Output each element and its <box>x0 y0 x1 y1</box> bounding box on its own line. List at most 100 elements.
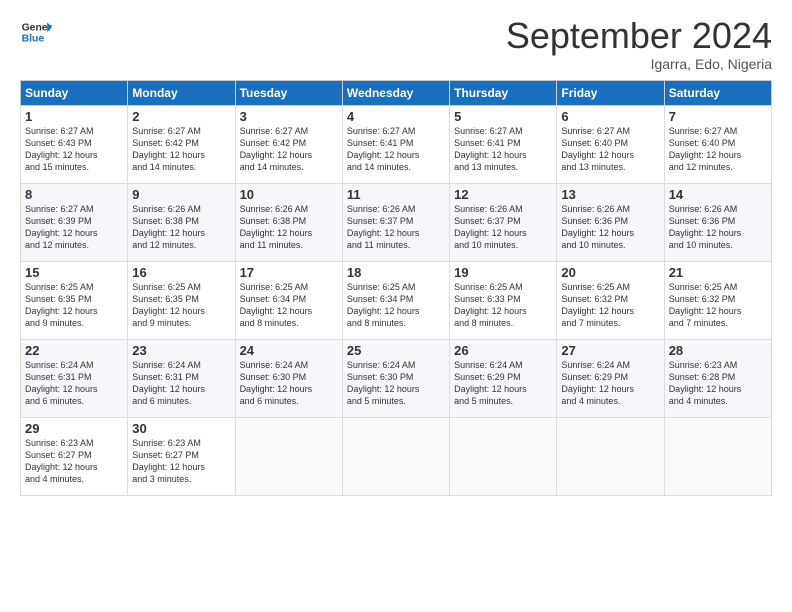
cell-info: Sunrise: 6:26 AM Sunset: 6:37 PM Dayligh… <box>347 203 445 252</box>
calendar-cell <box>235 417 342 495</box>
week-row-4: 22Sunrise: 6:24 AM Sunset: 6:31 PM Dayli… <box>21 339 772 417</box>
calendar-cell: 15Sunrise: 6:25 AM Sunset: 6:35 PM Dayli… <box>21 261 128 339</box>
col-header-friday: Friday <box>557 80 664 105</box>
day-number: 25 <box>347 343 445 358</box>
calendar-cell: 8Sunrise: 6:27 AM Sunset: 6:39 PM Daylig… <box>21 183 128 261</box>
day-number: 23 <box>132 343 230 358</box>
col-header-thursday: Thursday <box>450 80 557 105</box>
day-number: 19 <box>454 265 552 280</box>
cell-info: Sunrise: 6:25 AM Sunset: 6:32 PM Dayligh… <box>669 281 767 330</box>
day-number: 26 <box>454 343 552 358</box>
calendar-cell: 26Sunrise: 6:24 AM Sunset: 6:29 PM Dayli… <box>450 339 557 417</box>
calendar-cell: 2Sunrise: 6:27 AM Sunset: 6:42 PM Daylig… <box>128 105 235 183</box>
day-number: 28 <box>669 343 767 358</box>
location-subtitle: Igarra, Edo, Nigeria <box>506 56 772 72</box>
day-number: 15 <box>25 265 123 280</box>
week-row-5: 29Sunrise: 6:23 AM Sunset: 6:27 PM Dayli… <box>21 417 772 495</box>
calendar-cell: 24Sunrise: 6:24 AM Sunset: 6:30 PM Dayli… <box>235 339 342 417</box>
day-number: 27 <box>561 343 659 358</box>
calendar-cell: 13Sunrise: 6:26 AM Sunset: 6:36 PM Dayli… <box>557 183 664 261</box>
cell-info: Sunrise: 6:24 AM Sunset: 6:30 PM Dayligh… <box>240 359 338 408</box>
calendar-cell: 16Sunrise: 6:25 AM Sunset: 6:35 PM Dayli… <box>128 261 235 339</box>
calendar-cell: 10Sunrise: 6:26 AM Sunset: 6:38 PM Dayli… <box>235 183 342 261</box>
day-number: 10 <box>240 187 338 202</box>
calendar-cell: 22Sunrise: 6:24 AM Sunset: 6:31 PM Dayli… <box>21 339 128 417</box>
day-number: 24 <box>240 343 338 358</box>
calendar-cell: 9Sunrise: 6:26 AM Sunset: 6:38 PM Daylig… <box>128 183 235 261</box>
day-number: 12 <box>454 187 552 202</box>
calendar-cell: 14Sunrise: 6:26 AM Sunset: 6:36 PM Dayli… <box>664 183 771 261</box>
cell-info: Sunrise: 6:25 AM Sunset: 6:34 PM Dayligh… <box>347 281 445 330</box>
calendar-cell: 21Sunrise: 6:25 AM Sunset: 6:32 PM Dayli… <box>664 261 771 339</box>
cell-info: Sunrise: 6:27 AM Sunset: 6:40 PM Dayligh… <box>561 125 659 174</box>
calendar-cell: 3Sunrise: 6:27 AM Sunset: 6:42 PM Daylig… <box>235 105 342 183</box>
cell-info: Sunrise: 6:25 AM Sunset: 6:33 PM Dayligh… <box>454 281 552 330</box>
cell-info: Sunrise: 6:27 AM Sunset: 6:42 PM Dayligh… <box>240 125 338 174</box>
title-block: September 2024 Igarra, Edo, Nigeria <box>506 16 772 72</box>
day-number: 11 <box>347 187 445 202</box>
calendar-cell: 19Sunrise: 6:25 AM Sunset: 6:33 PM Dayli… <box>450 261 557 339</box>
calendar-cell: 12Sunrise: 6:26 AM Sunset: 6:37 PM Dayli… <box>450 183 557 261</box>
day-number: 18 <box>347 265 445 280</box>
calendar-cell: 7Sunrise: 6:27 AM Sunset: 6:40 PM Daylig… <box>664 105 771 183</box>
day-number: 9 <box>132 187 230 202</box>
calendar-cell: 23Sunrise: 6:24 AM Sunset: 6:31 PM Dayli… <box>128 339 235 417</box>
calendar-cell: 29Sunrise: 6:23 AM Sunset: 6:27 PM Dayli… <box>21 417 128 495</box>
day-number: 2 <box>132 109 230 124</box>
logo: General Blue <box>20 16 52 48</box>
logo-icon: General Blue <box>20 16 52 48</box>
cell-info: Sunrise: 6:27 AM Sunset: 6:40 PM Dayligh… <box>669 125 767 174</box>
week-row-3: 15Sunrise: 6:25 AM Sunset: 6:35 PM Dayli… <box>21 261 772 339</box>
calendar-cell <box>342 417 449 495</box>
day-number: 7 <box>669 109 767 124</box>
cell-info: Sunrise: 6:24 AM Sunset: 6:29 PM Dayligh… <box>561 359 659 408</box>
col-header-saturday: Saturday <box>664 80 771 105</box>
day-number: 5 <box>454 109 552 124</box>
day-number: 22 <box>25 343 123 358</box>
cell-info: Sunrise: 6:27 AM Sunset: 6:42 PM Dayligh… <box>132 125 230 174</box>
calendar-cell: 1Sunrise: 6:27 AM Sunset: 6:43 PM Daylig… <box>21 105 128 183</box>
day-number: 6 <box>561 109 659 124</box>
calendar-cell: 30Sunrise: 6:23 AM Sunset: 6:27 PM Dayli… <box>128 417 235 495</box>
cell-info: Sunrise: 6:27 AM Sunset: 6:41 PM Dayligh… <box>347 125 445 174</box>
month-title: September 2024 <box>506 16 772 56</box>
week-row-2: 8Sunrise: 6:27 AM Sunset: 6:39 PM Daylig… <box>21 183 772 261</box>
cell-info: Sunrise: 6:25 AM Sunset: 6:35 PM Dayligh… <box>25 281 123 330</box>
calendar-cell: 20Sunrise: 6:25 AM Sunset: 6:32 PM Dayli… <box>557 261 664 339</box>
calendar-cell: 17Sunrise: 6:25 AM Sunset: 6:34 PM Dayli… <box>235 261 342 339</box>
calendar-cell <box>450 417 557 495</box>
cell-info: Sunrise: 6:26 AM Sunset: 6:37 PM Dayligh… <box>454 203 552 252</box>
cell-info: Sunrise: 6:24 AM Sunset: 6:31 PM Dayligh… <box>132 359 230 408</box>
cell-info: Sunrise: 6:25 AM Sunset: 6:34 PM Dayligh… <box>240 281 338 330</box>
cell-info: Sunrise: 6:24 AM Sunset: 6:31 PM Dayligh… <box>25 359 123 408</box>
day-number: 21 <box>669 265 767 280</box>
calendar-cell: 28Sunrise: 6:23 AM Sunset: 6:28 PM Dayli… <box>664 339 771 417</box>
cell-info: Sunrise: 6:27 AM Sunset: 6:43 PM Dayligh… <box>25 125 123 174</box>
calendar-cell <box>557 417 664 495</box>
day-number: 17 <box>240 265 338 280</box>
cell-info: Sunrise: 6:23 AM Sunset: 6:28 PM Dayligh… <box>669 359 767 408</box>
cell-info: Sunrise: 6:27 AM Sunset: 6:39 PM Dayligh… <box>25 203 123 252</box>
cell-info: Sunrise: 6:25 AM Sunset: 6:32 PM Dayligh… <box>561 281 659 330</box>
calendar-cell: 6Sunrise: 6:27 AM Sunset: 6:40 PM Daylig… <box>557 105 664 183</box>
day-number: 14 <box>669 187 767 202</box>
header-row: SundayMondayTuesdayWednesdayThursdayFrid… <box>21 80 772 105</box>
day-number: 1 <box>25 109 123 124</box>
cell-info: Sunrise: 6:26 AM Sunset: 6:38 PM Dayligh… <box>240 203 338 252</box>
calendar-cell: 27Sunrise: 6:24 AM Sunset: 6:29 PM Dayli… <box>557 339 664 417</box>
cell-info: Sunrise: 6:23 AM Sunset: 6:27 PM Dayligh… <box>132 437 230 486</box>
cell-info: Sunrise: 6:26 AM Sunset: 6:36 PM Dayligh… <box>669 203 767 252</box>
cell-info: Sunrise: 6:26 AM Sunset: 6:36 PM Dayligh… <box>561 203 659 252</box>
cell-info: Sunrise: 6:24 AM Sunset: 6:30 PM Dayligh… <box>347 359 445 408</box>
svg-text:Blue: Blue <box>22 34 45 45</box>
calendar-cell: 25Sunrise: 6:24 AM Sunset: 6:30 PM Dayli… <box>342 339 449 417</box>
calendar-cell: 4Sunrise: 6:27 AM Sunset: 6:41 PM Daylig… <box>342 105 449 183</box>
week-row-1: 1Sunrise: 6:27 AM Sunset: 6:43 PM Daylig… <box>21 105 772 183</box>
col-header-monday: Monday <box>128 80 235 105</box>
calendar-cell <box>664 417 771 495</box>
cell-info: Sunrise: 6:23 AM Sunset: 6:27 PM Dayligh… <box>25 437 123 486</box>
day-number: 13 <box>561 187 659 202</box>
day-number: 8 <box>25 187 123 202</box>
calendar-table: SundayMondayTuesdayWednesdayThursdayFrid… <box>20 80 772 496</box>
day-number: 16 <box>132 265 230 280</box>
